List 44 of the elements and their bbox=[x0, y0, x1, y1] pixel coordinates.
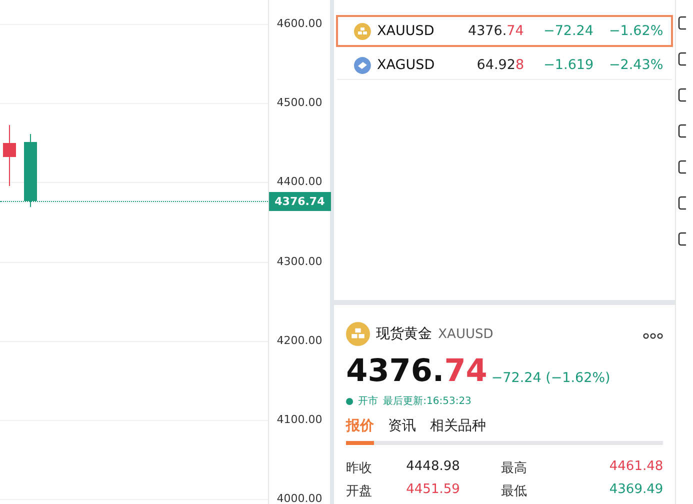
toolbar-icon[interactable] bbox=[676, 51, 686, 67]
stat-label: 开盘 bbox=[346, 483, 374, 500]
market-status: 开市 bbox=[358, 394, 378, 408]
toolbar-icon[interactable] bbox=[676, 231, 686, 247]
stat-label: 最高 bbox=[501, 460, 528, 477]
change-text: −1.619 bbox=[542, 57, 594, 73]
percent-text: −2.43% bbox=[608, 57, 664, 73]
toolbar-icon[interactable] bbox=[676, 15, 686, 31]
last-price-tag: 4376.74 bbox=[268, 192, 331, 211]
axis-tick-label: 4200.00 bbox=[276, 334, 322, 347]
axis-tick-label: 4400.00 bbox=[276, 175, 322, 188]
price-text: 4376.74 bbox=[346, 354, 488, 388]
change-text: −72.24 bbox=[542, 23, 594, 39]
axis-tick-label: 4600.00 bbox=[276, 17, 322, 30]
toolbar-icon[interactable] bbox=[676, 195, 686, 211]
stat-label: 昨收 bbox=[346, 460, 374, 477]
axis-tick-label: 4000.00 bbox=[276, 492, 322, 504]
symbol-text: XAUUSD bbox=[438, 326, 494, 342]
bars-icon bbox=[346, 322, 370, 346]
stat-value: 4461.48 bbox=[608, 459, 664, 476]
stat-value: 4451.59 bbox=[406, 482, 461, 499]
price-text: 64.928 bbox=[476, 57, 524, 73]
axis-tick-label: 4100.00 bbox=[276, 413, 322, 426]
toolbar-icon[interactable] bbox=[676, 87, 686, 103]
stat-label: 最低 bbox=[501, 483, 528, 500]
symbol-text: XAGUSD bbox=[377, 57, 435, 73]
axis-tick-label: 4500.00 bbox=[276, 96, 322, 110]
watchlist-row[interactable]: XAUUSD 4376.74 −72.24 −1.62% bbox=[336, 15, 674, 47]
toolbar-icon[interactable] bbox=[676, 123, 686, 139]
instrument-name: 现货黄金 bbox=[376, 325, 432, 343]
toolbar-icon[interactable] bbox=[676, 159, 686, 175]
stat-value: 4448.98 bbox=[406, 459, 461, 476]
axis-tick-label: 4300.00 bbox=[276, 254, 322, 268]
change-text: −72.24 (−1.62%) bbox=[491, 370, 610, 386]
bars-icon bbox=[354, 22, 372, 40]
update-time: 最后更新:16:53:23 bbox=[383, 394, 472, 408]
symbol-text: XAUUSD bbox=[377, 23, 434, 39]
tab[interactable]: 资讯 bbox=[388, 417, 416, 441]
stat-value: 4369.49 bbox=[608, 482, 664, 499]
tab[interactable]: 相关品种 bbox=[430, 417, 486, 441]
price-text: 4376.74 bbox=[467, 23, 524, 39]
status-dot-icon bbox=[346, 398, 354, 404]
percent-text: −1.62% bbox=[608, 23, 664, 39]
watchlist-row[interactable]: XAGUSD 64.928 −1.619 −2.43% bbox=[336, 49, 674, 80]
